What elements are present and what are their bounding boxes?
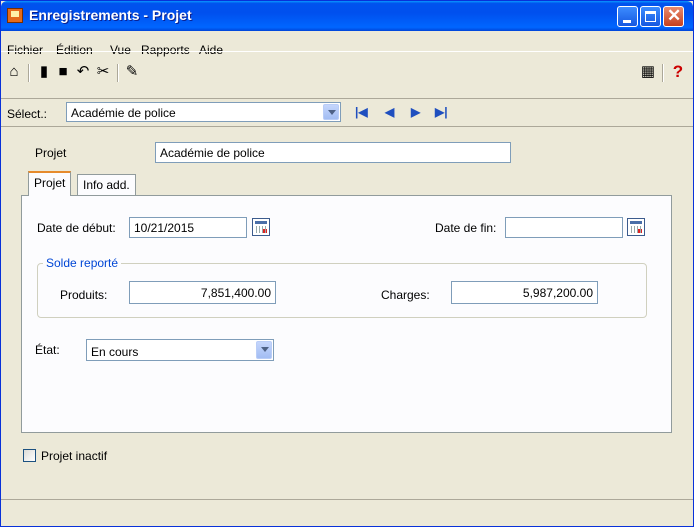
maximize-icon bbox=[645, 11, 656, 22]
tab-projet[interactable]: Projet bbox=[28, 171, 72, 196]
toolbar-separator bbox=[662, 64, 664, 82]
etat-select-value: En cours bbox=[91, 345, 139, 359]
calendar-marker bbox=[638, 229, 642, 233]
select-bar: Sélect.: Académie de police |◀ ◀ ▶ ▶| bbox=[1, 99, 693, 127]
projet-name-value: Académie de police bbox=[160, 146, 265, 160]
projet-inactif-label[interactable]: Projet inactif bbox=[41, 449, 107, 463]
app-window: Enregistrements - Projet ✕ Fichier Éditi… bbox=[0, 0, 694, 527]
etat-label: État: bbox=[35, 343, 60, 357]
toolbar: ⌂ ▮ ■ ↶ ✂ ✎ ▦ ? bbox=[1, 51, 693, 99]
etat-select[interactable]: En cours bbox=[86, 339, 274, 361]
select-label: Sélect.: bbox=[7, 107, 48, 121]
calendar-icon[interactable] bbox=[627, 218, 645, 236]
record-select-value: Académie de police bbox=[71, 106, 176, 120]
toolbar-separator bbox=[117, 64, 119, 82]
date-fin-field[interactable] bbox=[505, 217, 623, 238]
projet-label: Projet bbox=[35, 146, 67, 160]
tab-info-add[interactable]: Info add. bbox=[77, 174, 136, 196]
help-icon[interactable]: ? bbox=[669, 63, 687, 81]
save-icon[interactable]: ■ bbox=[54, 63, 72, 81]
undo-icon[interactable]: ↶ bbox=[74, 63, 92, 81]
toolbar-separator bbox=[28, 64, 30, 82]
new-record-icon[interactable]: ▮ bbox=[35, 63, 53, 81]
record-select[interactable]: Académie de police bbox=[66, 102, 341, 122]
tab-projet-label: Projet bbox=[34, 176, 66, 190]
close-button[interactable]: ✕ bbox=[663, 6, 684, 27]
charges-field[interactable]: 5,987,200.00 bbox=[451, 281, 598, 304]
delete-icon[interactable]: ✂ bbox=[94, 63, 112, 81]
charges-label: Charges: bbox=[381, 288, 430, 302]
previous-record-icon[interactable]: ◀ bbox=[385, 105, 394, 119]
calendar-marker bbox=[263, 229, 267, 233]
title-bar[interactable]: Enregistrements - Projet ✕ bbox=[1, 1, 693, 31]
date-fin-label: Date de fin: bbox=[435, 221, 497, 235]
projet-inactif-checkbox[interactable] bbox=[23, 449, 36, 462]
solde-reporte-title: Solde reporté bbox=[43, 256, 122, 270]
date-debut-label: Date de début: bbox=[37, 221, 116, 235]
status-bar bbox=[1, 499, 693, 526]
edit-pencil-icon[interactable]: ✎ bbox=[123, 63, 141, 81]
produits-label: Produits: bbox=[60, 288, 108, 302]
date-debut-field[interactable]: 10/21/2015 bbox=[129, 217, 247, 238]
charges-value: 5,987,200.00 bbox=[522, 286, 593, 300]
close-icon: ✕ bbox=[667, 6, 682, 25]
app-icon bbox=[7, 8, 23, 23]
last-record-icon[interactable]: ▶| bbox=[435, 105, 448, 119]
minimize-icon bbox=[623, 20, 631, 23]
window-title: Enregistrements - Projet bbox=[29, 7, 192, 23]
next-record-icon[interactable]: ▶ bbox=[411, 105, 420, 119]
tab-info-add-label: Info add. bbox=[83, 178, 130, 192]
chevron-down-icon[interactable] bbox=[323, 104, 339, 120]
calculator-icon[interactable]: ▦ bbox=[639, 63, 657, 81]
home-icon[interactable]: ⌂ bbox=[5, 63, 23, 81]
first-record-icon[interactable]: |◀ bbox=[355, 105, 368, 119]
date-debut-value: 10/21/2015 bbox=[134, 221, 195, 235]
maximize-button[interactable] bbox=[640, 6, 661, 27]
projet-name-field[interactable]: Académie de police bbox=[155, 142, 511, 163]
minimize-button[interactable] bbox=[617, 6, 638, 27]
chevron-down-icon[interactable] bbox=[256, 341, 272, 359]
produits-value: 7,851,400.00 bbox=[200, 286, 271, 300]
produits-field[interactable]: 7,851,400.00 bbox=[129, 281, 276, 304]
menu-bar: Fichier Édition Vue Rapports Aide bbox=[1, 31, 693, 57]
calendar-icon[interactable] bbox=[252, 218, 270, 236]
